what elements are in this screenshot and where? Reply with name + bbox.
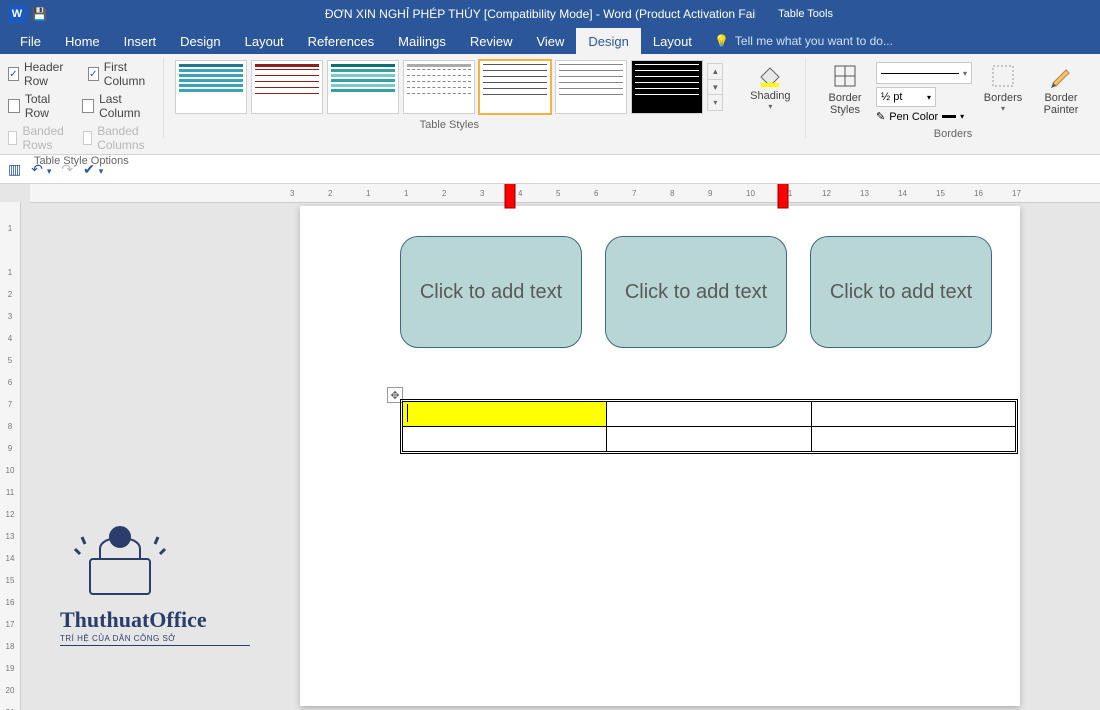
tab-layout[interactable]: Layout <box>233 28 296 54</box>
table-style-thumb-6[interactable] <box>555 60 627 114</box>
lightbulb-icon: 💡 <box>714 34 729 48</box>
title-bar: W 💾 ĐƠN XIN NGHỈ PHÉP THÚY [Compatibilit… <box>0 0 1100 28</box>
shading-button[interactable]: Shading ▾ <box>743 58 797 113</box>
opt-header-row[interactable]: ✓Header Row <box>8 60 74 88</box>
tab-file[interactable]: File <box>8 28 53 54</box>
chevron-down-icon: ▾ <box>963 69 967 78</box>
vertical-ruler[interactable]: 11234567891011121314151617181920212223 <box>0 202 21 710</box>
shape-placeholder-text: Click to add text <box>420 281 562 304</box>
tab-design[interactable]: Design <box>168 28 232 54</box>
gallery-scroll-down-button[interactable]: ▼ <box>708 80 722 96</box>
pen-icon: ✎ <box>876 110 885 123</box>
border-styles-button[interactable]: Border Styles <box>818 60 872 118</box>
table-tools-label: Table Tools <box>756 0 855 28</box>
table-style-thumb-4[interactable] <box>403 60 475 114</box>
tab-view[interactable]: View <box>524 28 576 54</box>
watermark-brand: ThuthuatOffice <box>60 607 250 633</box>
watermark-logo: ThuthuatOffice TRÍ HỆ CỦA DÂN CÔNG SỞ <box>60 504 250 646</box>
horizontal-ruler[interactable]: 3211234567891011121314151617 <box>30 184 1100 203</box>
table-style-thumb-5[interactable] <box>479 60 551 114</box>
border-painter-button[interactable]: Border Painter <box>1034 60 1088 118</box>
chevron-down-icon: ▾ <box>927 93 931 102</box>
table-style-thumb-2[interactable] <box>251 60 323 114</box>
tab-table-design[interactable]: Design <box>576 28 640 54</box>
document-page[interactable]: Click to add text Click to add text Clic… <box>300 206 1020 706</box>
quick-access-row: ▥ ↶ ▾ ↷ ✔ ▾ <box>0 155 1100 184</box>
table-row <box>403 427 1016 452</box>
tab-home[interactable]: Home <box>53 28 112 54</box>
table-cell[interactable] <box>607 427 811 452</box>
text-cursor <box>407 404 408 422</box>
smartart-shape-1[interactable]: Click to add text <box>400 236 582 348</box>
save-icon[interactable]: 💾 <box>32 7 47 21</box>
tab-review[interactable]: Review <box>458 28 525 54</box>
pen-color-swatch <box>942 115 956 118</box>
shading-icon <box>756 60 784 88</box>
tab-insert[interactable]: Insert <box>112 28 169 54</box>
watermark-tagline: TRÍ HỆ CỦA DÂN CÔNG SỞ <box>60 634 250 646</box>
shape-placeholder-text: Click to add text <box>830 281 972 304</box>
border-painter-label: Border Painter <box>1044 92 1079 116</box>
group-label-borders: Borders <box>814 125 1092 140</box>
word-app-icon: W <box>8 5 26 23</box>
table-style-thumb-1[interactable] <box>175 60 247 114</box>
shape-placeholder-text: Click to add text <box>625 281 767 304</box>
opt-last-column[interactable]: Last Column <box>82 92 154 120</box>
table-cell[interactable] <box>403 402 607 427</box>
smartart-shape-2[interactable]: Click to add text <box>605 236 787 348</box>
table-cell[interactable] <box>811 402 1015 427</box>
opt-total-row[interactable]: Total Row <box>8 92 68 120</box>
chevron-down-icon: ▾ <box>960 112 964 121</box>
border-line-style-select[interactable]: ▾ <box>876 62 972 84</box>
group-label-table-style-options: Table Style Options <box>8 152 155 167</box>
border-styles-icon <box>831 62 859 90</box>
tell-me-search[interactable]: 💡 Tell me what you want to do... <box>714 28 893 54</box>
opt-banded-columns[interactable]: Banded Columns <box>83 124 155 152</box>
ribbon-tabs: File Home Insert Design Layout Reference… <box>0 28 1100 54</box>
tab-table-layout[interactable]: Layout <box>641 28 704 54</box>
borders-label: Borders <box>984 92 1023 104</box>
tab-references[interactable]: References <box>296 28 386 54</box>
chevron-down-icon: ▾ <box>768 102 772 111</box>
table-cell[interactable] <box>811 427 1015 452</box>
tell-me-placeholder: Tell me what you want to do... <box>735 34 893 48</box>
opt-banded-rows[interactable]: Banded Rows <box>8 124 69 152</box>
smartart-shape-3[interactable]: Click to add text <box>810 236 992 348</box>
table-row <box>403 402 1016 427</box>
table-style-thumb-3[interactable] <box>327 60 399 114</box>
document-table[interactable] <box>402 401 1016 452</box>
tab-mailings[interactable]: Mailings <box>386 28 458 54</box>
ribbon: ✓Header Row ✓First Column Total Row Last… <box>0 54 1100 155</box>
table-styles-gallery: ▲ ▼ ▾ <box>171 58 727 116</box>
table-style-thumb-7[interactable] <box>631 60 703 114</box>
group-label-table-styles: Table Styles <box>171 116 727 131</box>
table-cell[interactable] <box>403 427 607 452</box>
table-cell[interactable] <box>607 402 811 427</box>
shading-label: Shading <box>750 90 790 102</box>
border-weight-value: ½ pt <box>881 91 902 103</box>
table-styles-scroll: ▲ ▼ ▾ <box>707 63 723 111</box>
document-workspace: 3211234567891011121314151617 11234567891… <box>0 184 1100 710</box>
gallery-scroll-up-button[interactable]: ▲ <box>708 64 722 80</box>
opt-first-column[interactable]: ✓First Column <box>88 60 155 88</box>
document-title: ĐƠN XIN NGHỈ PHÉP THÚY [Compatibility Mo… <box>325 7 775 21</box>
borders-icon <box>989 62 1017 90</box>
table-move-handle[interactable]: ✥ <box>387 387 403 403</box>
borders-button[interactable]: Borders ▾ <box>976 60 1030 115</box>
border-styles-label: Border Styles <box>828 92 861 116</box>
pen-color-label: Pen Color <box>889 111 938 123</box>
border-painter-icon <box>1047 62 1075 90</box>
chevron-down-icon: ▾ <box>1001 104 1005 113</box>
gallery-more-button[interactable]: ▾ <box>708 95 722 110</box>
pen-color-button[interactable]: ✎ Pen Color ▾ <box>876 110 972 123</box>
border-weight-select[interactable]: ½ pt ▾ <box>876 87 936 107</box>
